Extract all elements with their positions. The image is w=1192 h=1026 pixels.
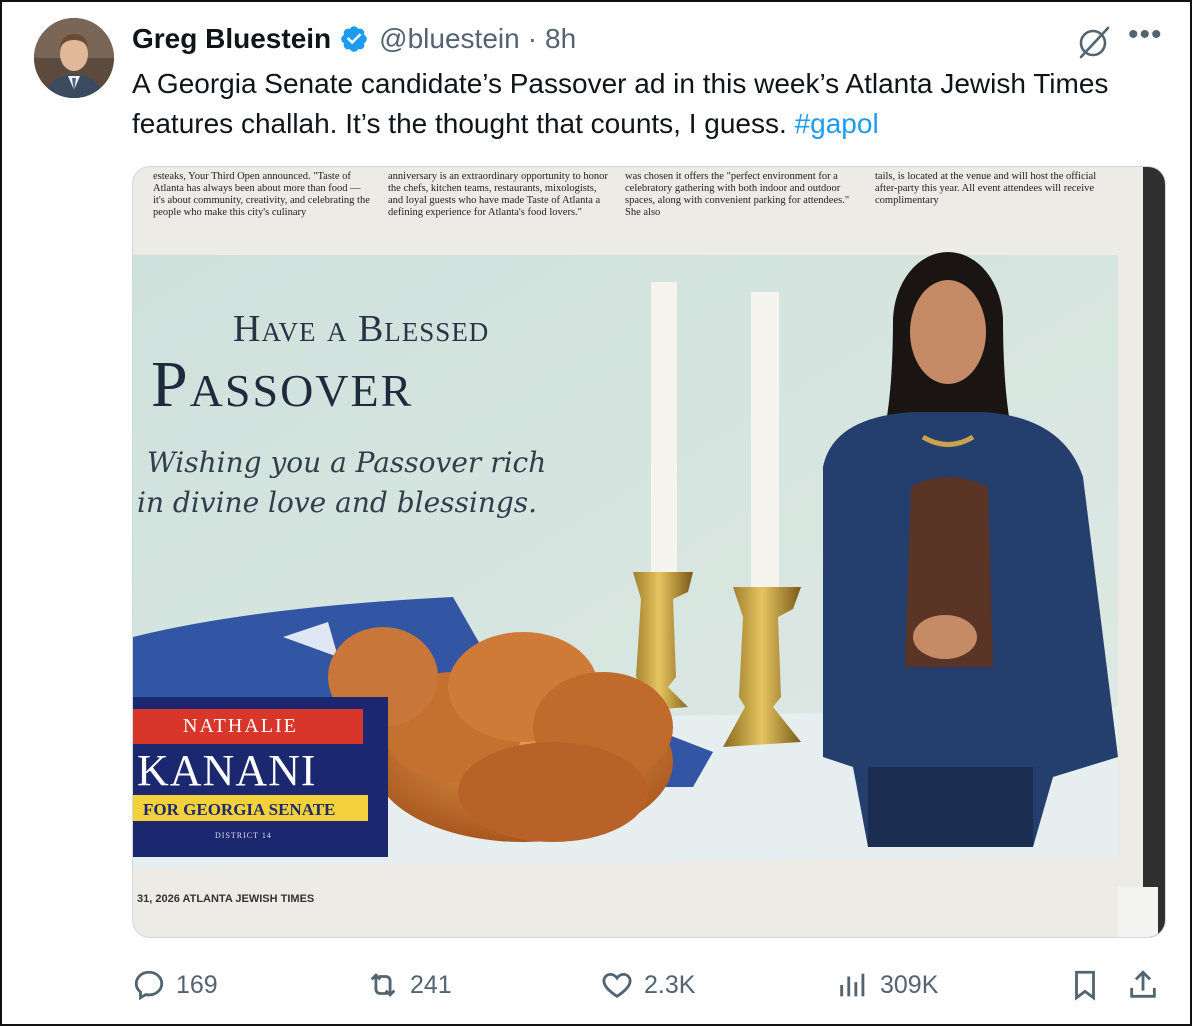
share-icon: [1130, 970, 1156, 998]
author-handle[interactable]: @bluestein: [379, 23, 520, 55]
tweet-header: Greg Bluestein @bluestein · 8h: [132, 20, 576, 58]
ad-subtitle-line1: Wishing you a Passover rich: [147, 446, 547, 479]
reply-count: 169: [176, 970, 218, 999]
bookmark-button[interactable]: [1068, 960, 1112, 1010]
tweet-body: A Georgia Senate candidate’s Passover ad…: [132, 68, 1109, 139]
views-button[interactable]: 309K: [836, 960, 938, 1010]
hashtag-link[interactable]: #gapol: [795, 108, 879, 139]
like-count: 2.3K: [644, 970, 696, 999]
verified-badge-icon: [339, 24, 369, 54]
sign-for-senate: FOR GEORGIA SENATE: [143, 800, 336, 819]
reply-button[interactable]: 169: [132, 960, 218, 1010]
repost-count: 241: [410, 970, 452, 999]
sign-district: DISTRICT 14: [215, 831, 272, 840]
heart-icon: [602, 972, 632, 998]
newspaper-page-footer: 31, 2026 ATLANTA JEWISH TIMES: [137, 893, 315, 905]
newspaper-column: anniversary is an extraordinary opportun…: [388, 171, 608, 218]
newspaper-column: esteaks, Your Third Open announced. "Tas…: [153, 171, 370, 218]
more-icon[interactable]: •••: [1128, 18, 1163, 52]
tweet-text: A Georgia Senate candidate’s Passover ad…: [132, 64, 1132, 144]
repost-button[interactable]: 241: [366, 960, 452, 1010]
share-button[interactable]: [1126, 960, 1170, 1010]
tweet-media-image[interactable]: esteaks, Your Third Open announced. "Tas…: [132, 166, 1166, 938]
newspaper-column: was chosen it offers the "perfect enviro…: [625, 171, 850, 218]
views-icon: [840, 973, 865, 997]
reply-icon: [134, 970, 164, 1001]
tweet-timestamp[interactable]: 8h: [545, 23, 576, 55]
bookmark-icon: [1075, 970, 1095, 1001]
ad-title-line2: Passover: [151, 348, 414, 421]
author-avatar[interactable]: [34, 18, 114, 98]
ad-subtitle-line2: in divine love and blessings.: [137, 486, 538, 519]
tweet-actions: 169 241 2.3K 309K: [2, 960, 1190, 1010]
sign-first-name: NATHALIE: [183, 715, 298, 737]
grok-icon[interactable]: [1074, 22, 1114, 62]
repost-icon: [370, 973, 396, 997]
sign-last-name: KANANI: [137, 746, 317, 795]
ad-title-line1: Have a Blessed: [233, 308, 490, 350]
tweet-card: Greg Bluestein @bluestein · 8h ••• A Geo…: [0, 0, 1192, 1026]
author-name[interactable]: Greg Bluestein: [132, 23, 331, 55]
views-count: 309K: [880, 970, 939, 999]
newspaper-column: tails, is located at the venue and will …: [875, 171, 1097, 206]
separator-dot: ·: [527, 23, 538, 54]
like-button[interactable]: 2.3K: [600, 960, 695, 1010]
